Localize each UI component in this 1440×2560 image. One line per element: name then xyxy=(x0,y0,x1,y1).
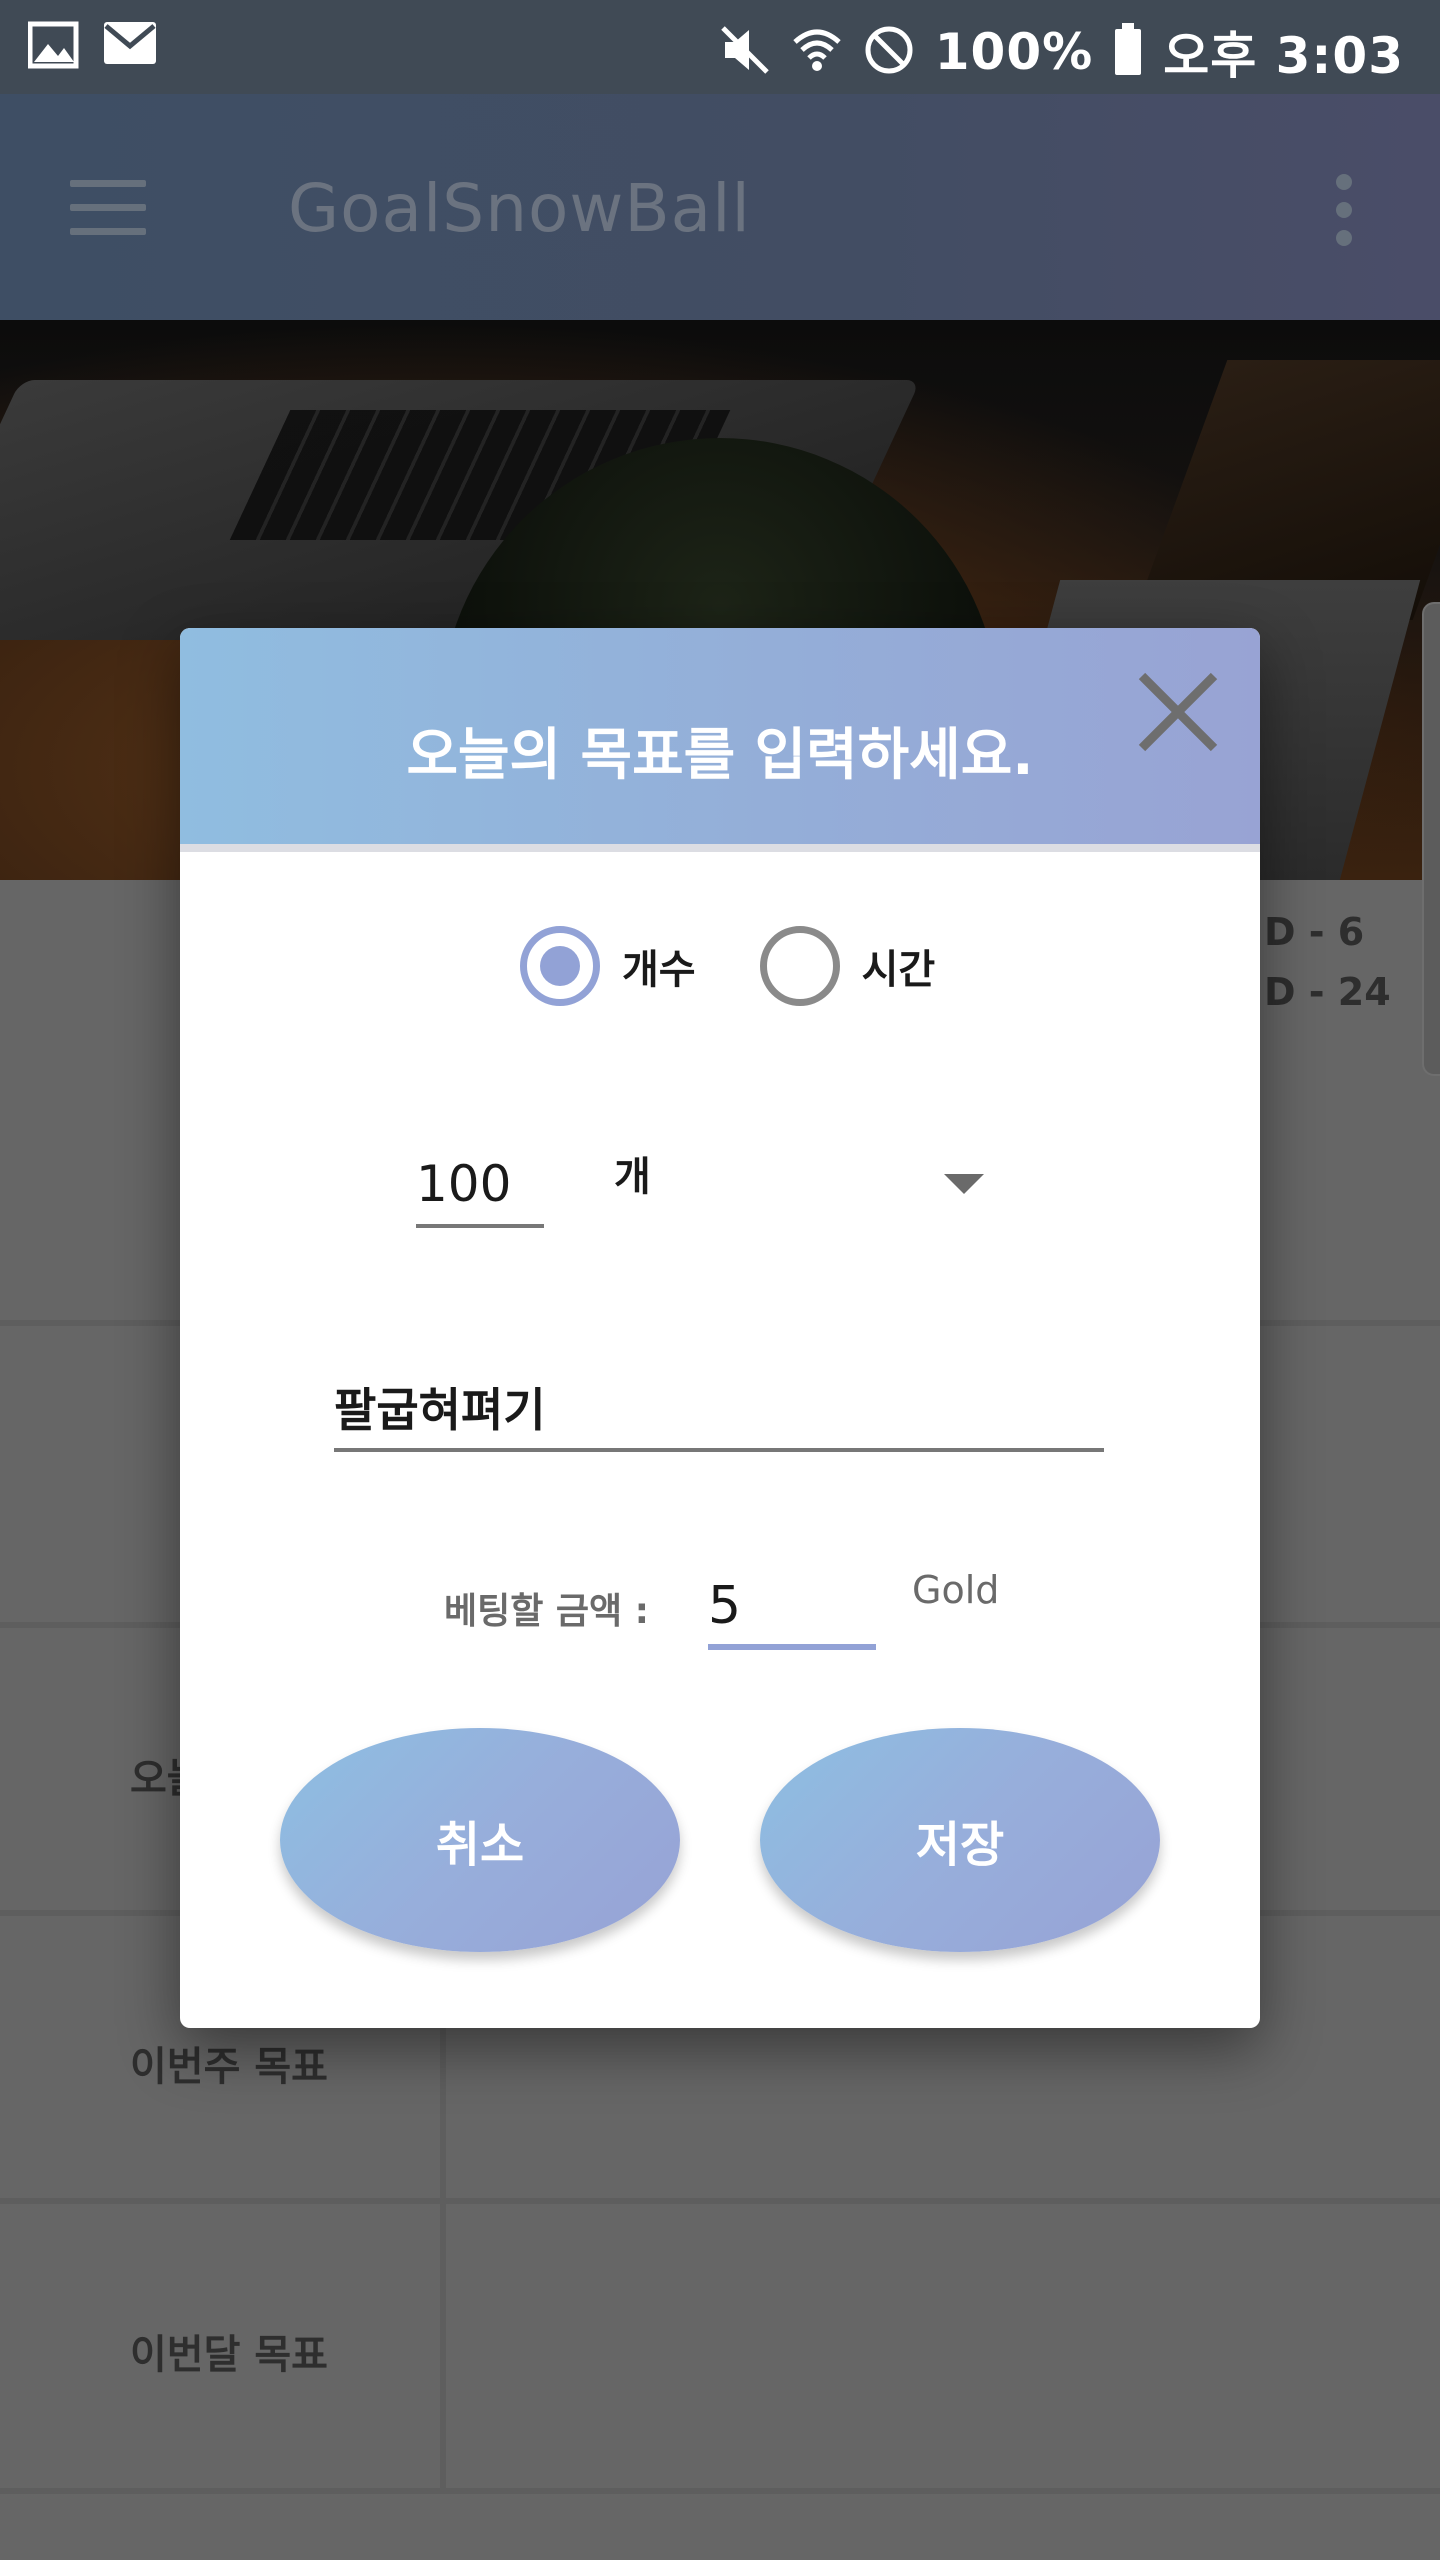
close-icon[interactable] xyxy=(1136,670,1220,754)
radio-count[interactable]: 개수 xyxy=(520,926,696,1006)
gold-unit-label: Gold xyxy=(912,1568,1000,1612)
count-field xyxy=(416,1148,544,1228)
radio-button-checked[interactable] xyxy=(520,926,600,1006)
dropdown-arrow-icon xyxy=(944,1174,984,1194)
bet-amount-label: 베팅할 금액 : xyxy=(444,1591,650,1632)
save-button[interactable]: 저장 xyxy=(760,1728,1160,1952)
hamburger-menu-icon[interactable] xyxy=(70,180,150,236)
app-title: GoalSnowBall xyxy=(288,170,751,247)
status-bar: 100% 오후 3:03 xyxy=(0,0,1440,94)
count-input[interactable] xyxy=(416,1148,544,1220)
wifi-icon xyxy=(791,24,843,80)
dialog-header: 오늘의 목표를 입력하세요. xyxy=(180,628,1260,852)
goal-name-input[interactable] xyxy=(334,1368,1104,1446)
save-button-label: 저장 xyxy=(915,1817,1005,1873)
radio-label: 개수 xyxy=(622,947,696,993)
weekly-goal-label: 이번주 목표 xyxy=(130,2044,328,2090)
do-not-disturb-icon xyxy=(863,24,915,80)
gallery-notification-icon xyxy=(27,20,80,76)
mail-notification-icon xyxy=(102,20,158,76)
goal-type-radio-group: 개수 시간 xyxy=(520,926,935,1006)
dday-label: D - 6 xyxy=(1264,910,1365,954)
monthly-goal-label: 이번달 목표 xyxy=(130,2332,328,2378)
cancel-button[interactable]: 취소 xyxy=(280,1728,680,1952)
list-item[interactable]: 이번달 목표 xyxy=(0,2204,1440,2494)
mute-icon xyxy=(719,24,771,80)
goal-input-dialog: 오늘의 목표를 입력하세요. 개수 시간 개 베팅할 금액 : Gold 취소 … xyxy=(180,628,1260,2028)
cancel-button-label: 취소 xyxy=(435,1817,525,1873)
radio-label: 시간 xyxy=(861,947,936,993)
battery-icon xyxy=(1113,23,1143,81)
side-drawer-handle[interactable] xyxy=(1422,602,1440,1076)
dday-label: D - 24 xyxy=(1264,970,1391,1014)
unit-selected-value: 개 xyxy=(614,1154,651,1200)
dialog-title: 오늘의 목표를 입력하세요. xyxy=(406,723,1034,788)
radio-button-unchecked[interactable] xyxy=(759,926,840,1006)
bet-field xyxy=(708,1568,876,1650)
app-bar: GoalSnowBall xyxy=(0,94,1440,320)
radio-time[interactable]: 시간 xyxy=(759,926,936,1006)
goal-field xyxy=(334,1368,1104,1452)
overflow-menu-icon[interactable] xyxy=(1336,174,1358,246)
unit-dropdown[interactable]: 개 xyxy=(614,1144,1174,1214)
clock: 오후 3:03 xyxy=(1163,27,1404,85)
battery-percent: 100% xyxy=(934,23,1094,81)
bet-amount-input[interactable] xyxy=(708,1568,876,1644)
